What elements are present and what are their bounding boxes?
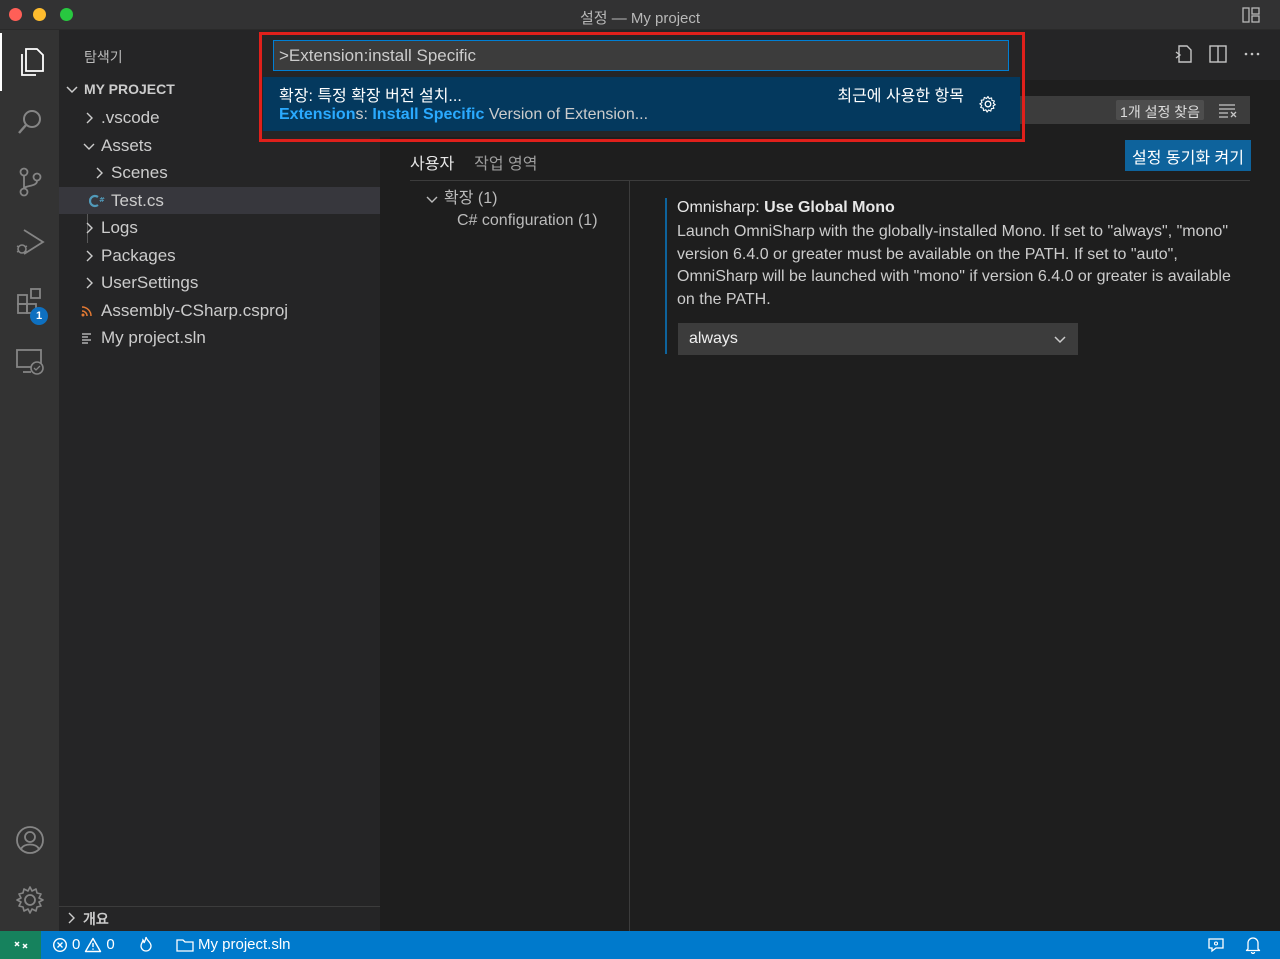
tree-file-csproj[interactable]: Assembly-CSharp.csproj [59,297,380,324]
settings-search-input[interactable]: 1개 설정 찾음 [1020,96,1250,124]
lines-file-icon [79,330,95,346]
tree-item-label: Packages [101,245,176,265]
project-name: MY PROJECT [84,81,175,97]
explorer-sidebar: 탐색기 MY PROJECT .vscode Assets Scenes # T… [59,30,380,931]
toc-item-csharp-configuration[interactable]: C# configuration (1) [457,212,598,230]
setting-use-global-mono: Omnisharp: Use Global Mono Launch OmniSh… [665,198,1255,355]
chevron-right-icon [91,165,107,181]
rss-file-icon [79,303,95,319]
notifications-bell-icon[interactable] [1245,936,1261,954]
chevron-down-icon [426,196,438,203]
tree-folder-logs[interactable]: Logs [59,214,380,241]
window-title: 설정 — My project [579,10,701,27]
setting-description: Launch OmniSharp with the globally-insta… [677,223,1231,308]
clear-filter-icon[interactable] [1218,102,1238,123]
settings-scope-tabs: 사용자 작업 영역 [410,148,538,181]
chevron-right-icon [65,911,77,927]
feedback-icon[interactable] [1207,936,1225,954]
split-editor-icon[interactable] [1208,44,1228,69]
tree-file-sln[interactable]: My project.sln [59,324,380,351]
tab-user[interactable]: 사용자 [410,148,455,181]
open-settings-json-icon[interactable] [1174,44,1194,69]
chevron-right-icon [81,275,97,291]
source-control-icon[interactable] [0,153,59,211]
setting-name: Use Global Mono [764,199,895,216]
tree-item-label: Scenes [111,162,168,182]
remote-indicator-button[interactable] [0,931,41,959]
tree-item-label: UserSettings [101,272,199,292]
warning-icon [85,937,102,952]
tab-workspace[interactable]: 작업 영역 [474,148,537,181]
editor-actions [1174,44,1262,69]
use-global-mono-select[interactable]: always [678,323,1078,355]
toc-group-label: 확장 (1) [444,190,498,207]
problems-indicator[interactable]: 0 0 [52,936,115,953]
explorer-icon[interactable] [0,33,59,91]
tree-item-label: Assets [101,135,153,155]
setting-title: Omnisharp: Use Global Mono [677,199,1255,217]
settings-editor: 1개 설정 찾음 설정 동기화 켜기 사용자 작업 영역 확장 (1) C# c… [380,30,1280,931]
tree-file-test-cs[interactable]: # Test.cs [59,187,380,214]
error-icon [52,937,68,952]
chevron-right-icon [81,110,97,126]
run-debug-icon[interactable] [0,213,59,271]
extensions-badge: 1 [30,307,48,325]
outline-section-header[interactable]: 개요 [59,906,380,931]
solution-name: My project.sln [198,936,291,953]
found-count-badge: 1개 설정 찾음 [1116,100,1204,120]
csharp-file-icon: # [89,193,105,209]
account-icon[interactable] [0,811,59,869]
settings-toc: 확장 (1) C# configuration (1) [410,181,630,931]
chevron-right-icon [81,248,97,264]
manage-gear-icon[interactable] [0,871,59,929]
warning-count: 0 [106,936,115,953]
more-actions-icon[interactable] [1242,44,1262,69]
tree-folder-usersettings[interactable]: UserSettings [59,269,380,296]
error-count: 0 [72,936,81,953]
annotation-highlight-frame [259,32,1025,142]
tree-folder-scenes[interactable]: Scenes [59,159,380,186]
layout-icon[interactable] [1242,7,1260,28]
outline-label: 개요 [83,911,109,927]
toc-group-extensions[interactable]: 확장 (1) [426,184,497,208]
tree-item-label: .vscode [101,107,160,127]
folder-icon [176,938,194,952]
solution-selector[interactable]: My project.sln [176,936,291,953]
turn-on-settings-sync-button[interactable]: 설정 동기화 켜기 [1125,140,1251,171]
explorer-title: 탐색기 [84,49,123,65]
status-bar: 0 0 My project.sln [0,931,1280,959]
chevron-down-icon [81,138,97,154]
tree-folder-packages[interactable]: Packages [59,242,380,269]
search-icon[interactable] [0,93,59,151]
activity-bar: 1 [0,30,59,931]
chevron-right-icon [81,220,97,236]
tree-item-label: Logs [101,217,138,237]
tree-item-label: Assembly-CSharp.csproj [101,300,289,320]
extensions-icon[interactable]: 1 [0,273,59,331]
title-bar: 설정 — My project [0,0,1280,30]
remote-icon [13,941,28,949]
chevron-down-icon [66,86,78,94]
tree-item-label: My project.sln [101,327,206,347]
svg-text:#: # [99,196,105,204]
setting-category: Omnisharp: [677,199,765,216]
omnisharp-flame-icon[interactable] [139,936,153,952]
remote-explorer-icon[interactable] [0,333,59,391]
select-value: always [689,330,738,347]
chevron-down-icon [1053,333,1067,352]
tree-item-label: Test.cs [111,190,164,210]
